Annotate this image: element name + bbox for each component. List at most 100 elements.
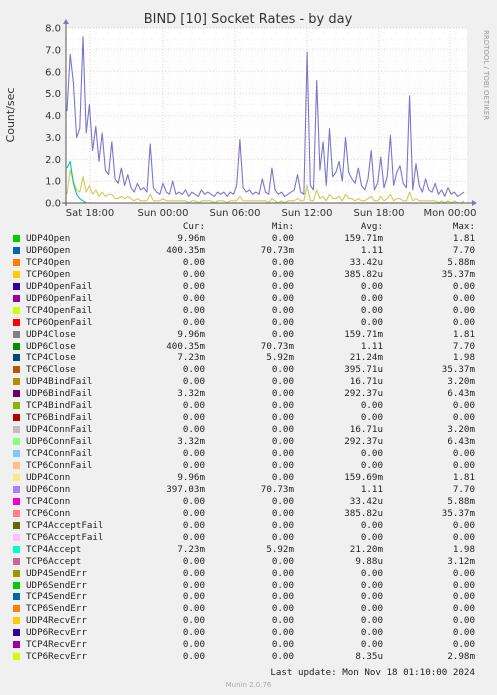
legend-value-max: 3.20m <box>447 376 475 388</box>
legend-value-cur: 0.00 <box>182 364 205 376</box>
legend-value-max: 0.00 <box>452 292 475 304</box>
legend-swatch <box>13 533 20 541</box>
legend-series-name: UDP6OpenFail <box>26 292 93 304</box>
legend-series-name: UDP6Close <box>26 340 76 352</box>
legend-value-cur: 0.00 <box>182 507 205 519</box>
legend-value-cur: 0.00 <box>182 615 205 627</box>
legend-value-avg: 0.00 <box>360 304 383 316</box>
legend-swatch <box>13 258 20 266</box>
legend-value-avg: 16.71u <box>349 376 383 388</box>
x-axis-arrow <box>472 200 477 206</box>
legend-row: TCP6SendErr 0.00 0.00 0.00 0.00 <box>0 603 497 615</box>
legend-value-avg: 0.00 <box>360 615 383 627</box>
legend-swatch <box>13 509 20 517</box>
legend-row: UDP6Open 400.35m 70.73m 1.11 7.70 <box>0 245 497 257</box>
legend-value-max: 0.00 <box>452 591 475 603</box>
legend-row: TCP4Accept 7.23m 5.92m 21.20m 1.98 <box>0 544 497 556</box>
y-tick-label: 6.0 <box>45 67 61 78</box>
legend-swatch <box>13 342 20 350</box>
legend-value-max: 2.98m <box>447 651 475 663</box>
legend-value-cur: 400.35m <box>166 244 205 256</box>
legend-value-min: 0.00 <box>271 448 294 460</box>
legend-value-cur: 3.32m <box>177 436 205 448</box>
y-tick-label: 8.0 <box>45 24 61 35</box>
legend-value-avg: 0.00 <box>360 316 383 328</box>
legend-swatch <box>13 234 20 242</box>
legend-value-max: 0.00 <box>452 603 475 615</box>
legend-value-max: 0.00 <box>452 639 475 651</box>
legend-value-cur: 0.00 <box>182 304 205 316</box>
legend-row: TCP6Accept 0.00 0.00 9.88u 3.12m <box>0 556 497 568</box>
legend-value-avg: 0.00 <box>360 639 383 651</box>
rrdtool-side-label: RRDTOOL / TOBI OETIKER <box>482 30 490 120</box>
legend-row: TCP4SendErr 0.00 0.00 0.00 0.00 <box>0 591 497 603</box>
y-tick-labels: 0.0 1.0 2.0 3.0 4.0 5.0 6.0 7.0 8.0 <box>45 24 61 210</box>
legend-value-avg: 0.00 <box>360 627 383 639</box>
legend-value-avg: 292.37u <box>344 388 383 400</box>
legend-header-max: Max: <box>452 221 475 232</box>
legend-value-avg: 21.20m <box>349 543 383 555</box>
legend-value-avg: 0.00 <box>360 567 383 579</box>
legend-row: TCP4Close 7.23m 5.92m 21.24m 1.98 <box>0 352 497 364</box>
legend-row: UDP4Open 9.96m 0.00 159.71m 1.81 <box>0 233 497 245</box>
legend-value-avg: 0.00 <box>360 400 383 412</box>
legend-value-min: 0.00 <box>271 460 294 471</box>
legend-value-min: 0.00 <box>271 268 294 280</box>
legend-swatch <box>13 641 20 649</box>
legend-series-name: TCP4ConnFail <box>26 448 93 460</box>
legend-value-cur: 397.03m <box>166 483 205 495</box>
legend-value-min: 0.00 <box>271 567 294 579</box>
legend-value-avg: 1.11 <box>360 483 383 495</box>
legend-value-max: 3.12m <box>447 555 475 567</box>
y-tick-label: 2.0 <box>45 155 61 166</box>
legend-swatch <box>13 545 20 553</box>
legend-value-cur: 0.00 <box>182 639 205 651</box>
legend-value-max: 0.00 <box>452 412 475 424</box>
legend-value-max: 0.00 <box>452 567 475 579</box>
legend-swatch <box>13 306 20 314</box>
legend-row: UDP6RecvErr 0.00 0.00 0.00 0.00 <box>0 627 497 639</box>
legend-swatch <box>13 497 20 505</box>
legend-value-avg: 395.71u <box>344 364 383 376</box>
legend-series-name: TCP6OpenFail <box>26 316 93 328</box>
legend-series-name: TCP4Open <box>26 256 71 268</box>
legend-swatch <box>13 557 20 565</box>
legend-row: UDP4OpenFail 0.00 0.00 0.00 0.00 <box>0 281 497 293</box>
legend-series-name: TCP6AcceptFail <box>26 531 104 543</box>
legend-value-cur: 9.96m <box>177 328 205 340</box>
legend-value-avg: 0.00 <box>360 460 383 471</box>
y-tick-label: 1.0 <box>45 177 61 188</box>
legend-value-min: 0.00 <box>271 256 294 268</box>
legend-series-name: TCP4OpenFail <box>26 304 93 316</box>
legend-value-max: 6.43m <box>447 388 475 400</box>
legend-swatch <box>13 593 20 601</box>
legend-swatch <box>13 438 20 446</box>
legend-value-min: 0.00 <box>271 436 294 448</box>
legend-swatch <box>13 318 20 326</box>
legend-value-min: 0.00 <box>271 639 294 651</box>
legend-value-max: 1.98 <box>452 352 475 364</box>
legend-row: TCP6OpenFail 0.00 0.00 0.00 0.00 <box>0 317 497 329</box>
legend-series-name: TCP6SendErr <box>26 603 87 615</box>
legend-value-max: 0.00 <box>452 615 475 627</box>
legend-row: UDP6SendErr 0.00 0.00 0.00 0.00 <box>0 580 497 592</box>
legend-value-cur: 0.00 <box>182 651 205 663</box>
legend-series-name: UDP6SendErr <box>26 579 87 591</box>
y-tick-label: 3.0 <box>45 133 61 144</box>
legend-value-cur: 0.00 <box>182 591 205 603</box>
legend-header-min: Min: <box>271 221 294 232</box>
legend-value-avg: 33.42u <box>349 495 383 507</box>
legend-row: TCP6Close 0.00 0.00 395.71u 35.37m <box>0 364 497 376</box>
legend-value-min: 0.00 <box>271 591 294 603</box>
y-tick-label: 0.0 <box>45 199 61 210</box>
legend-value-min: 0.00 <box>271 615 294 627</box>
legend-value-cur: 0.00 <box>182 268 205 280</box>
legend-value-cur: 0.00 <box>182 292 205 304</box>
legend-series-name: UDP4Close <box>26 328 76 340</box>
legend-value-cur: 9.96m <box>177 232 205 244</box>
legend-value-min: 0.00 <box>271 531 294 543</box>
legend-header-cur: Cur: <box>182 221 205 232</box>
legend-value-min: 0.00 <box>271 232 294 244</box>
legend-row: TCP6AcceptFail 0.00 0.00 0.00 0.00 <box>0 532 497 544</box>
legend-value-max: 0.00 <box>452 316 475 328</box>
